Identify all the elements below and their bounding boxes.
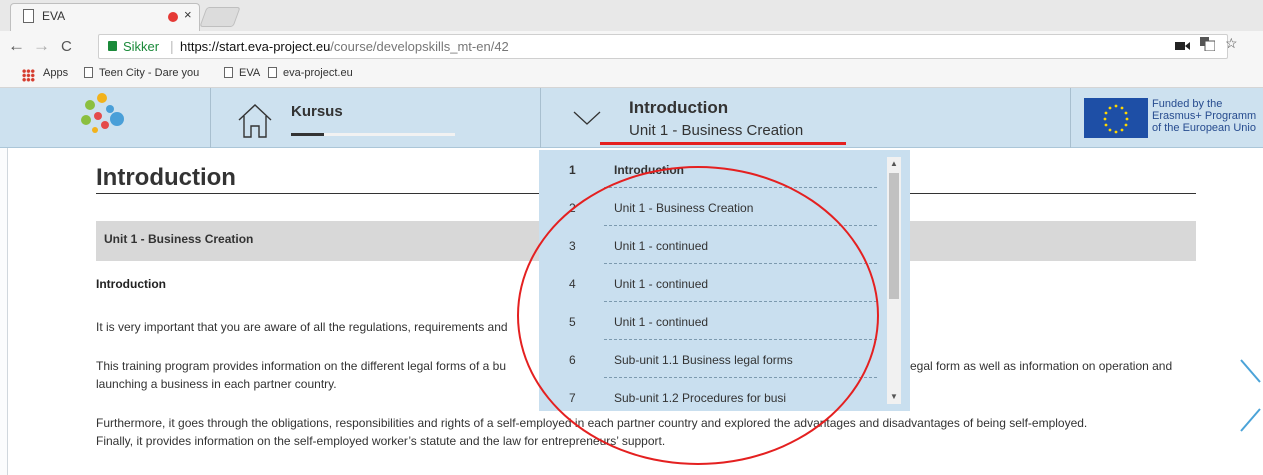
funding-line: of the European Unio xyxy=(1152,122,1256,134)
section-subtitle[interactable]: Unit 1 - Business Creation xyxy=(629,122,803,139)
dropdown-item[interactable]: 2 Unit 1 - Business Creation xyxy=(539,188,877,226)
dropdown-scrollbar[interactable]: ▲ ▼ xyxy=(887,157,901,404)
bookmark-eva[interactable]: EVA xyxy=(224,67,260,79)
url-host: https://start.eva-project.eu xyxy=(180,39,331,54)
paragraph-fragment: egal form as well as information on oper… xyxy=(910,357,1200,375)
scroll-up-arrow[interactable]: ▲ xyxy=(889,159,899,169)
sub-heading: Introduction xyxy=(96,277,166,291)
dropdown-item-label: Sub-unit 1.2 Procedures for busi xyxy=(614,391,787,405)
recording-icon xyxy=(168,12,178,22)
dropdown-item[interactable]: 3 Unit 1 - continued xyxy=(539,226,877,264)
bookmark-eva-project[interactable]: eva-project.eu xyxy=(268,67,353,79)
paragraph-line: egal form as well as information on oper… xyxy=(910,359,1173,373)
dropdown-item-label: Unit 1 - Business Creation xyxy=(614,201,754,215)
address-bar[interactable]: Sikker | https://start.eva-project.eu/co… xyxy=(98,34,1228,59)
paragraph-line: Furthermore, it goes through the obligat… xyxy=(96,416,1088,430)
page-icon xyxy=(268,67,277,78)
bookmark-apps[interactable]: Apps xyxy=(43,67,68,79)
dropdown-item[interactable]: 1 Introduction xyxy=(539,150,877,188)
eu-flag-icon xyxy=(1084,98,1148,138)
dropdown-item-number: 2 xyxy=(569,201,576,215)
course-progress-bar xyxy=(291,133,455,136)
funding-line: Erasmus+ Programm xyxy=(1152,110,1257,122)
translate-icon[interactable] xyxy=(1200,37,1216,54)
dropdown-item-label: Unit 1 - continued xyxy=(614,239,709,253)
dropdown-list: 1 Introduction 2 Unit 1 - Business Creation… xyxy=(539,150,877,411)
back-button[interactable]: ← xyxy=(8,36,25,56)
dropdown-item[interactable]: 5 Unit 1 - continued xyxy=(539,302,877,340)
dropdown-item[interactable]: 4 Unit 1 - continued xyxy=(539,264,877,302)
bookmark-label: Teen City - Dare you xyxy=(99,67,200,79)
dropdown-item-label: Sub-unit 1.1 Business legal forms xyxy=(614,353,793,367)
lock-icon xyxy=(108,41,117,51)
scroll-thumb[interactable] xyxy=(889,173,899,299)
reload-button[interactable]: C xyxy=(61,38,72,55)
browser-toolbar: ← → C Sikker | https://start.eva-project… xyxy=(0,31,1263,62)
page-icon xyxy=(23,9,34,23)
annotation-underline xyxy=(600,142,846,145)
page-title: Introduction xyxy=(96,164,236,191)
unit-title: Unit 1 - Business Creation xyxy=(104,232,254,246)
bookmark-teen-city[interactable]: Teen City - Dare you xyxy=(84,67,199,79)
secure-label: Sikker xyxy=(123,39,160,54)
apps-icon[interactable] xyxy=(22,69,35,82)
url-path: /course/developskills_mt-en/42 xyxy=(330,39,509,54)
header-divider xyxy=(1070,88,1071,148)
progress-fill xyxy=(291,133,324,136)
dropdown-item-label: Unit 1 - continued xyxy=(614,315,709,329)
eva-logo[interactable] xyxy=(78,92,158,138)
next-arrow-icon[interactable] xyxy=(1238,403,1262,433)
header-divider xyxy=(210,88,211,148)
url-separator: | xyxy=(170,38,174,54)
page-icon xyxy=(84,67,93,78)
funding-line: Funded by the xyxy=(1152,98,1223,110)
paragraph: Furthermore, it goes through the obligat… xyxy=(96,414,1196,450)
tab-title: EVA xyxy=(42,9,66,23)
browser-tab[interactable]: EVA × xyxy=(10,3,200,31)
section-dropdown[interactable]: 1 Introduction 2 Unit 1 - Business Creation… xyxy=(539,150,910,411)
browser-tab-strip: EVA × xyxy=(0,0,1263,31)
bookmark-label: eva-project.eu xyxy=(283,67,353,79)
dropdown-item-number: 1 xyxy=(569,163,576,177)
dropdown-item-number: 7 xyxy=(569,391,576,405)
url-text[interactable]: https://start.eva-project.eu/course/deve… xyxy=(180,39,509,54)
dropdown-item-number: 6 xyxy=(569,353,576,367)
header-divider xyxy=(540,88,541,148)
next-arrow-icon[interactable] xyxy=(1238,358,1262,388)
home-icon[interactable] xyxy=(236,102,274,140)
dropdown-item-label: Unit 1 - continued xyxy=(614,277,709,291)
bookmarks-bar: Apps Teen City - Dare you EVA eva-projec… xyxy=(0,62,1263,88)
page-edge xyxy=(0,148,8,475)
dropdown-item-label: Introduction xyxy=(614,163,684,177)
funding-text: Funded by the Erasmus+ Programm of the E… xyxy=(1152,98,1256,134)
dropdown-item-number: 3 xyxy=(569,239,576,253)
close-tab-icon[interactable]: × xyxy=(184,7,192,22)
new-tab-button[interactable] xyxy=(199,7,241,27)
chevron-down-icon[interactable] xyxy=(573,110,601,126)
star-icon[interactable]: ☆ xyxy=(1225,35,1238,52)
course-label[interactable]: Kursus xyxy=(291,103,343,120)
section-title[interactable]: Introduction xyxy=(629,98,728,118)
forward-button[interactable]: → xyxy=(33,36,50,56)
paragraph-line: Finally, it provides information on the … xyxy=(96,434,666,448)
page-icon xyxy=(224,67,233,78)
dropdown-item[interactable]: 7 Sub-unit 1.2 Procedures for busi xyxy=(539,378,877,411)
dropdown-item-number: 4 xyxy=(569,277,576,291)
dropdown-item[interactable]: 6 Sub-unit 1.1 Business legal forms xyxy=(539,340,877,378)
bookmark-label: EVA xyxy=(239,67,261,79)
scroll-down-arrow[interactable]: ▼ xyxy=(889,392,899,402)
eva-header: Kursus Introduction Unit 1 - Business Cr… xyxy=(0,88,1263,148)
camera-icon[interactable] xyxy=(1175,38,1190,54)
dropdown-item-number: 5 xyxy=(569,315,576,329)
